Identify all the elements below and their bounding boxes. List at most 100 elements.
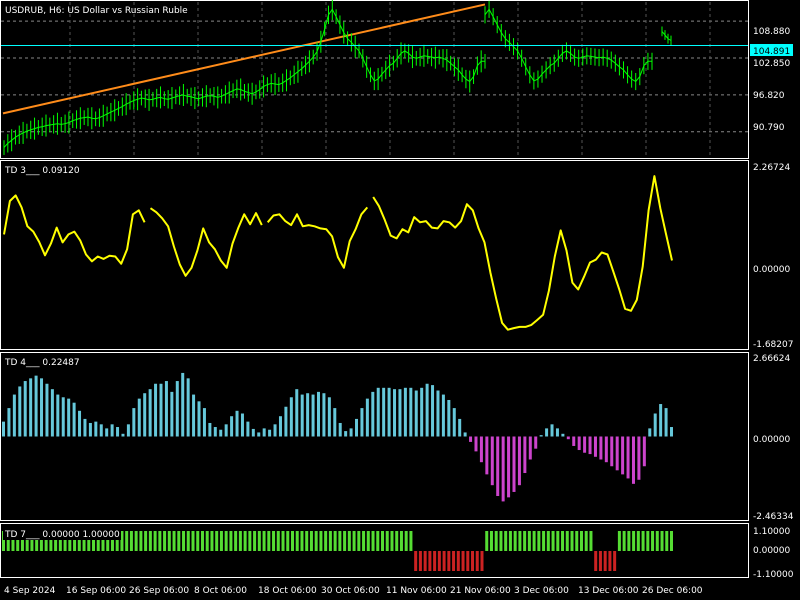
x-tick-label: 4 Sep 2024 xyxy=(4,586,56,596)
td4-bar xyxy=(240,413,244,437)
chart-canvas: USDRUB, H6: US Dollar vs Russian Ruble T… xyxy=(0,0,800,600)
td7-bar xyxy=(565,531,569,551)
td7-bar xyxy=(523,531,527,551)
td7-bar xyxy=(182,531,186,551)
td4-bar xyxy=(327,397,331,437)
td4-bar xyxy=(251,428,255,437)
td4-bar xyxy=(670,427,673,437)
td7-bar xyxy=(215,531,219,551)
td7-bar xyxy=(319,531,323,551)
price-ytick-label: 102.850 xyxy=(753,59,790,69)
td4-bar xyxy=(371,391,375,437)
td4-bar xyxy=(615,436,619,471)
td4-bar xyxy=(224,424,228,437)
td4-bar xyxy=(164,381,168,437)
td7-bar xyxy=(210,531,214,551)
td4-bar xyxy=(170,391,174,437)
td4-ytick-label: 0.00000 xyxy=(753,435,790,445)
td4-bar xyxy=(322,393,326,437)
td4-bar xyxy=(648,428,652,437)
td4-bar xyxy=(230,416,234,437)
td4-bar xyxy=(7,408,11,437)
x-tick-label: 21 Nov 06:00 xyxy=(450,586,511,596)
td7-bar xyxy=(570,531,574,551)
td4-bar xyxy=(132,408,136,437)
td4-bar xyxy=(23,381,27,437)
td7-bar xyxy=(561,531,565,551)
td7-bar xyxy=(300,531,304,551)
td4-bar xyxy=(45,383,49,437)
td4-bar xyxy=(507,436,511,498)
td4-bar xyxy=(545,428,549,437)
td4-bar xyxy=(235,410,239,437)
td4-bar xyxy=(2,421,5,437)
td4-bar xyxy=(300,394,304,437)
td7-bar xyxy=(134,531,138,551)
td7-bar xyxy=(641,531,645,551)
td7-ytick-label: 0.00000 xyxy=(753,546,790,556)
td7-bar xyxy=(485,531,489,551)
price-ytick-label: 108.880 xyxy=(753,27,790,37)
x-tick-label: 26 Sep 06:00 xyxy=(129,586,189,596)
td4-bar xyxy=(34,375,38,437)
td7-bar xyxy=(456,551,460,571)
price-pane-title: USDRUB, H6: US Dollar vs Russian Ruble xyxy=(5,6,188,16)
td7-bar xyxy=(352,531,356,551)
td7-bar xyxy=(328,531,332,551)
td4-bar xyxy=(116,427,120,437)
td7-bar xyxy=(144,531,148,551)
td4-bar xyxy=(311,394,315,437)
td4-bar xyxy=(262,428,266,437)
td7-bar xyxy=(556,531,560,551)
td4-bar xyxy=(458,418,462,437)
td7-bar xyxy=(475,551,479,571)
td4-bar xyxy=(148,389,152,437)
td7-bar xyxy=(172,531,176,551)
td7-bar xyxy=(665,531,669,551)
td4-bar xyxy=(126,424,130,437)
td4-bar xyxy=(88,422,92,437)
td7-bar xyxy=(129,531,133,551)
td7-bar xyxy=(205,531,209,551)
td7-bar xyxy=(333,531,337,551)
td7-bar xyxy=(584,531,588,551)
td7-bar xyxy=(148,531,152,551)
td4-bar xyxy=(501,436,505,502)
td7-bar xyxy=(527,531,531,551)
td7-bar xyxy=(646,531,650,551)
td4-bar xyxy=(181,372,185,437)
td7-bar xyxy=(385,531,389,551)
td7-bar xyxy=(499,531,503,551)
td4-bar xyxy=(398,389,402,437)
td4-bar xyxy=(192,394,196,437)
td4-bar xyxy=(159,383,163,437)
td7-bar xyxy=(575,531,579,551)
td4-bar xyxy=(376,387,380,437)
td4-bar xyxy=(154,383,158,437)
td7-bar xyxy=(452,551,456,571)
x-tick-label: 30 Oct 06:00 xyxy=(321,586,380,596)
td7-bar xyxy=(229,531,233,551)
td7-bar xyxy=(314,531,318,551)
td7-bar xyxy=(518,531,522,551)
td4-bar xyxy=(577,436,581,451)
td4-bar xyxy=(403,387,407,437)
td4-bar xyxy=(382,387,386,437)
td7-bar xyxy=(632,531,636,551)
td4-bar xyxy=(349,428,353,437)
td4-bar xyxy=(593,436,597,457)
td7-bar xyxy=(253,531,257,551)
td4-bar xyxy=(289,397,293,437)
td7-bar xyxy=(200,531,204,551)
td7-bar xyxy=(219,531,223,551)
td4-bar xyxy=(61,397,65,437)
td4-bar xyxy=(642,436,646,467)
td4-bar xyxy=(197,401,201,437)
td4-ytick-label: -2.46334 xyxy=(753,512,794,522)
td4-bar xyxy=(56,394,60,437)
td4-bar xyxy=(463,432,467,437)
td4-bar xyxy=(469,436,473,442)
td4-bar xyxy=(485,436,489,475)
td4-bar xyxy=(431,385,435,437)
td7-bar xyxy=(390,531,394,551)
